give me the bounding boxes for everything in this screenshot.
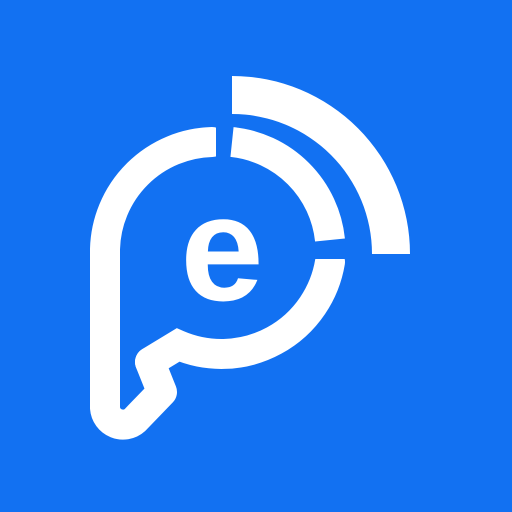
letter-e-glyph: e [180,164,263,332]
app-logo: e [0,0,512,512]
app-icon: e [0,0,512,512]
